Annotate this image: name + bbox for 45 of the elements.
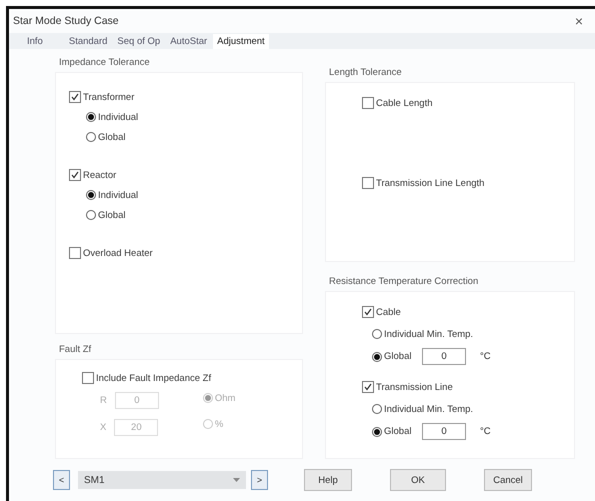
radio-button[interactable]: Individual	[86, 109, 138, 125]
input-field[interactable]: 0	[422, 423, 466, 440]
group-title: Resistance Temperature Correction	[329, 276, 480, 287]
tab[interactable]: AutoStar	[166, 34, 212, 49]
check-icon	[71, 93, 79, 101]
radio-button[interactable]: Global	[86, 207, 126, 223]
check-icon	[364, 308, 372, 316]
radio-button[interactable]: Global	[372, 348, 412, 364]
checkbox[interactable]: Transformer	[69, 89, 134, 105]
checkbox[interactable]: Reactor	[69, 167, 116, 183]
next-button[interactable]: >	[251, 470, 268, 490]
radio-button[interactable]: Individual Min. Temp.	[372, 401, 474, 417]
tab[interactable]: Adjustment	[213, 34, 269, 49]
checkbox[interactable]: Cable	[362, 304, 401, 320]
previous-button[interactable]: <	[53, 470, 70, 490]
tab[interactable]: Seq of Op	[113, 34, 164, 49]
radio-button[interactable]: Individual Min. Temp.	[372, 326, 474, 342]
dialog-button[interactable]: Help	[304, 469, 352, 491]
dropdown-value: SM1	[84, 474, 105, 486]
radio-button[interactable]: Global	[86, 129, 126, 145]
field-label: R	[100, 395, 107, 406]
close-button[interactable]: ×	[570, 13, 587, 29]
radio-button[interactable]: Global	[372, 424, 412, 440]
group-title: Fault Zf	[59, 344, 92, 355]
dropdown-arrow-icon	[233, 478, 240, 482]
tab[interactable]: Standard	[64, 34, 112, 49]
unit-label: °C	[480, 426, 491, 437]
check-icon	[364, 383, 372, 391]
dialog-button[interactable]: OK	[390, 469, 446, 491]
radio-button[interactable]: Individual	[86, 187, 138, 203]
checkbox[interactable]: Overload Heater	[69, 245, 153, 261]
check-icon	[71, 171, 79, 179]
tab[interactable]: Info	[23, 34, 47, 49]
checkbox[interactable]: Transmission Line Length	[362, 175, 484, 191]
checkbox[interactable]: Transmission Line	[362, 379, 453, 395]
checkbox[interactable]: Cable Length	[362, 95, 433, 111]
window-title: Star Mode Study Case	[13, 15, 119, 27]
input-field[interactable]: 0	[422, 348, 466, 365]
checkbox[interactable]: Include Fault Impedance Zf	[82, 370, 212, 386]
group-title: Length Tolerance	[329, 67, 403, 78]
dialog-button[interactable]: Cancel	[484, 469, 532, 491]
config-dropdown[interactable]: SM1	[78, 471, 246, 489]
field-label: X	[100, 422, 106, 433]
group-title: Impedance Tolerance	[59, 57, 151, 68]
unit-label: °C	[480, 351, 491, 362]
